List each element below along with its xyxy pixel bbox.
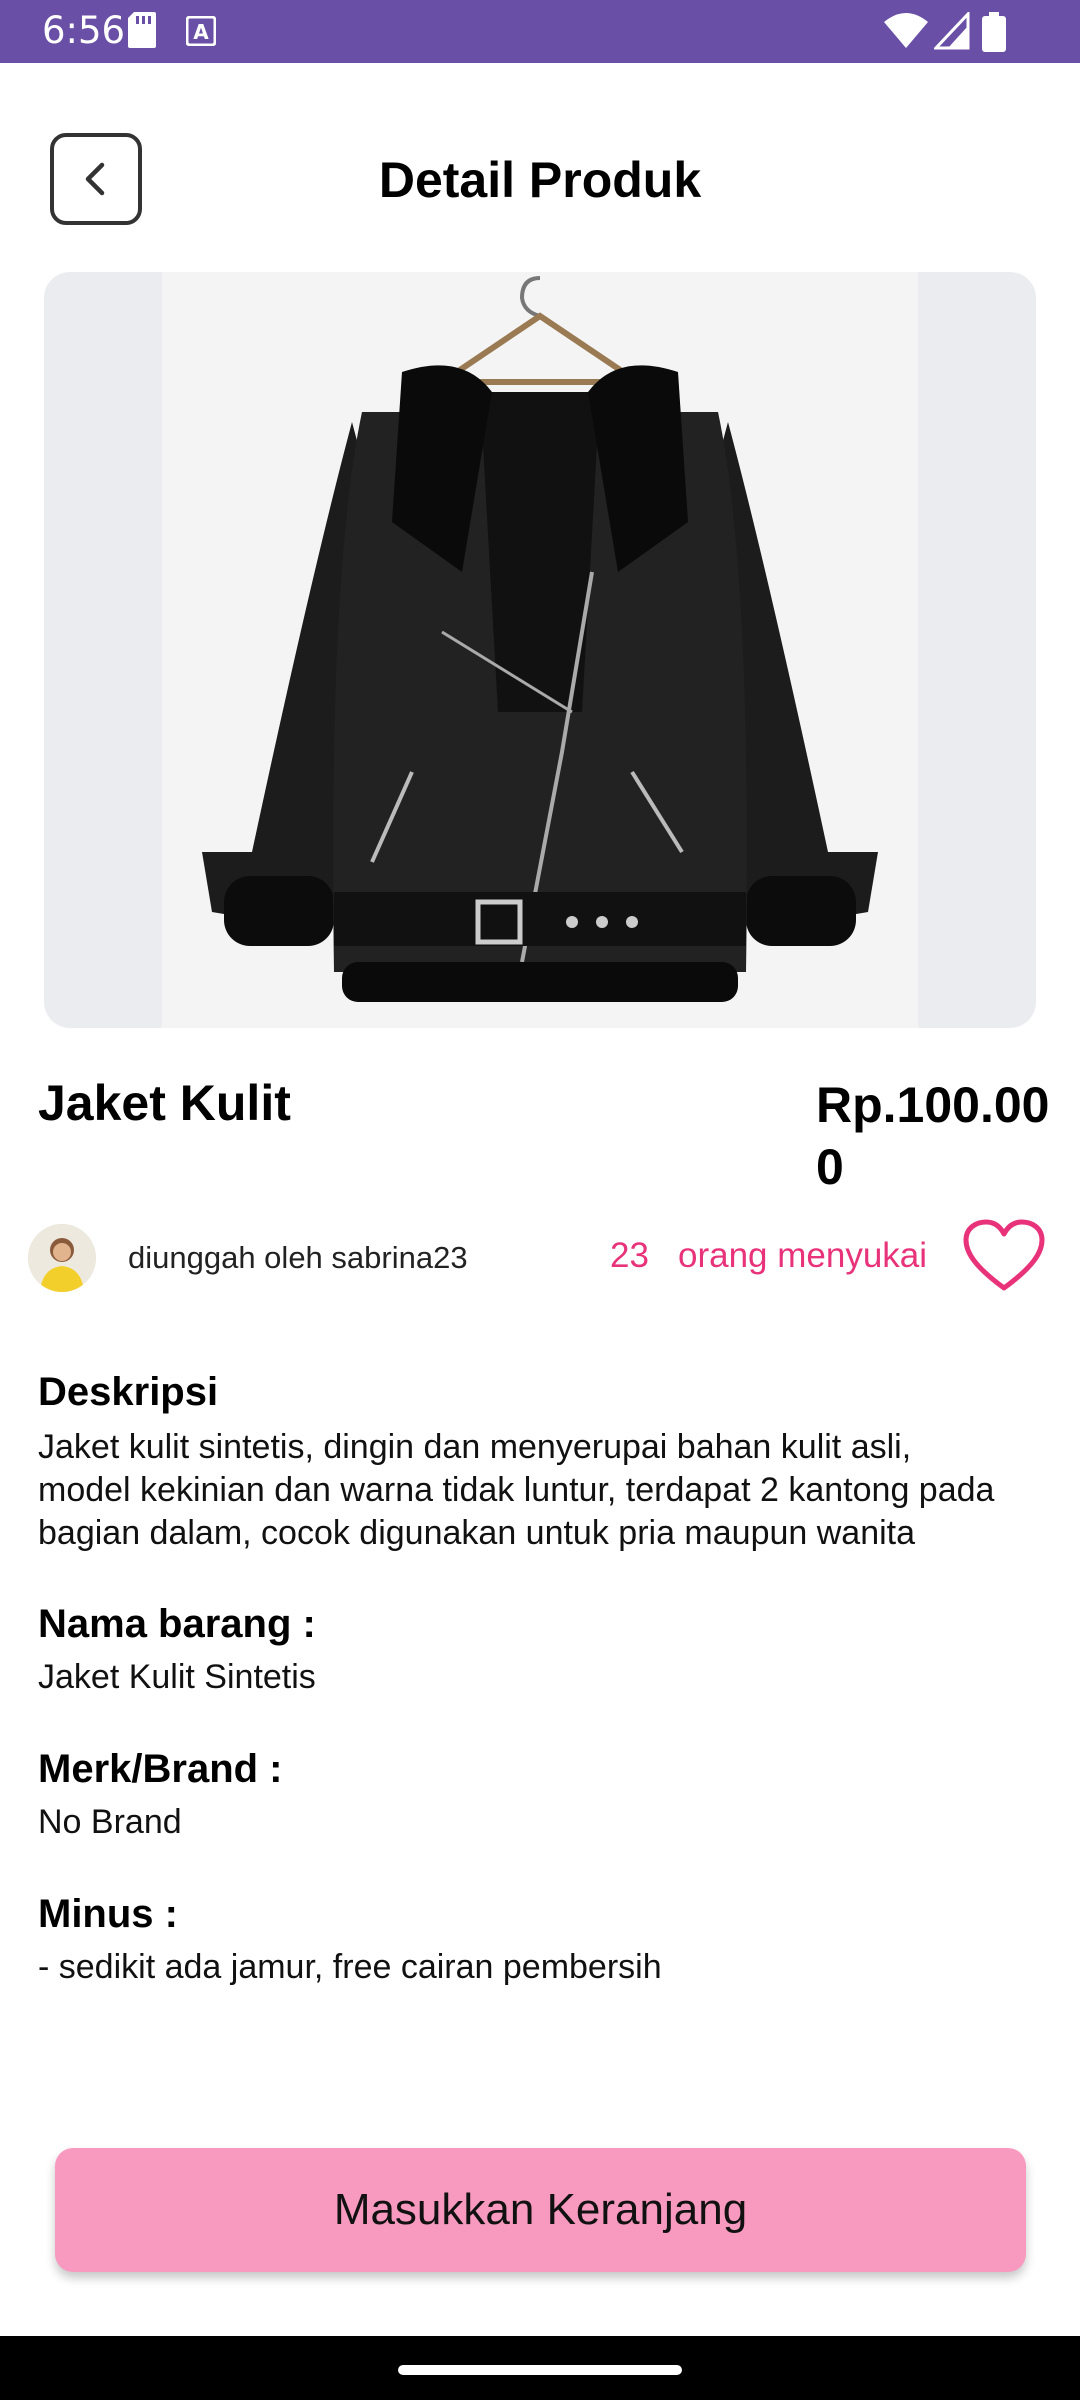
navigation-bar [0, 2336, 1080, 2400]
avatar-image [28, 1224, 96, 1292]
description-line: Jaket kulit sintetis, dingin dan menyeru… [38, 1428, 912, 1466]
brand-value: No Brand [38, 1803, 182, 1841]
jacket-illustration [202, 276, 878, 1002]
svg-text:A: A [193, 20, 209, 44]
status-time: 6:56 [42, 9, 126, 52]
uploader-row: diunggah oleh sabrina23 23 orang menyuka… [0, 1210, 1080, 1310]
description-line: model kekinian dan warna tidak luntur, t… [38, 1471, 995, 1509]
item-name-title: Nama barang : [38, 1602, 316, 1646]
like-label: orang menyukai [678, 1236, 928, 1275]
a-notification-icon: A [186, 16, 216, 46]
jacket-photo [162, 272, 918, 1028]
uploader-label: diunggah oleh sabrina23 [128, 1240, 468, 1275]
header: Detail Produk [0, 63, 1080, 263]
sd-card-icon [128, 12, 156, 48]
product-name: Jaket Kulit [38, 1075, 291, 1131]
brand-title: Merk/Brand : [38, 1747, 283, 1791]
signal-icon [934, 12, 970, 50]
product-image[interactable] [44, 272, 1036, 1028]
description-title: Deskripsi [38, 1370, 219, 1414]
page-title: Detail Produk [378, 152, 702, 208]
description-text: Jaket kulit sintetis, dingin dan menyeru… [38, 1426, 994, 1555]
like-count: 23 [610, 1236, 649, 1275]
add-to-cart-button[interactable]: Masukkan Keranjang [55, 2148, 1026, 2272]
item-name-value: Jaket Kulit Sintetis [38, 1658, 316, 1696]
avatar[interactable] [28, 1224, 96, 1292]
description-line: bagian dalam, cocok digunakan untuk pria… [38, 1514, 916, 1552]
minus-value: - sedikit ada jamur, free cairan pembers… [38, 1948, 662, 1986]
heart-icon[interactable] [962, 1218, 1046, 1294]
battery-icon [982, 12, 1006, 52]
product-price: Rp.100.000 [816, 1077, 1050, 1195]
home-gesture-handle[interactable] [398, 2365, 682, 2375]
status-bar: 6:56 A [0, 0, 1080, 63]
wifi-icon [884, 13, 928, 48]
minus-title: Minus : [38, 1892, 178, 1936]
